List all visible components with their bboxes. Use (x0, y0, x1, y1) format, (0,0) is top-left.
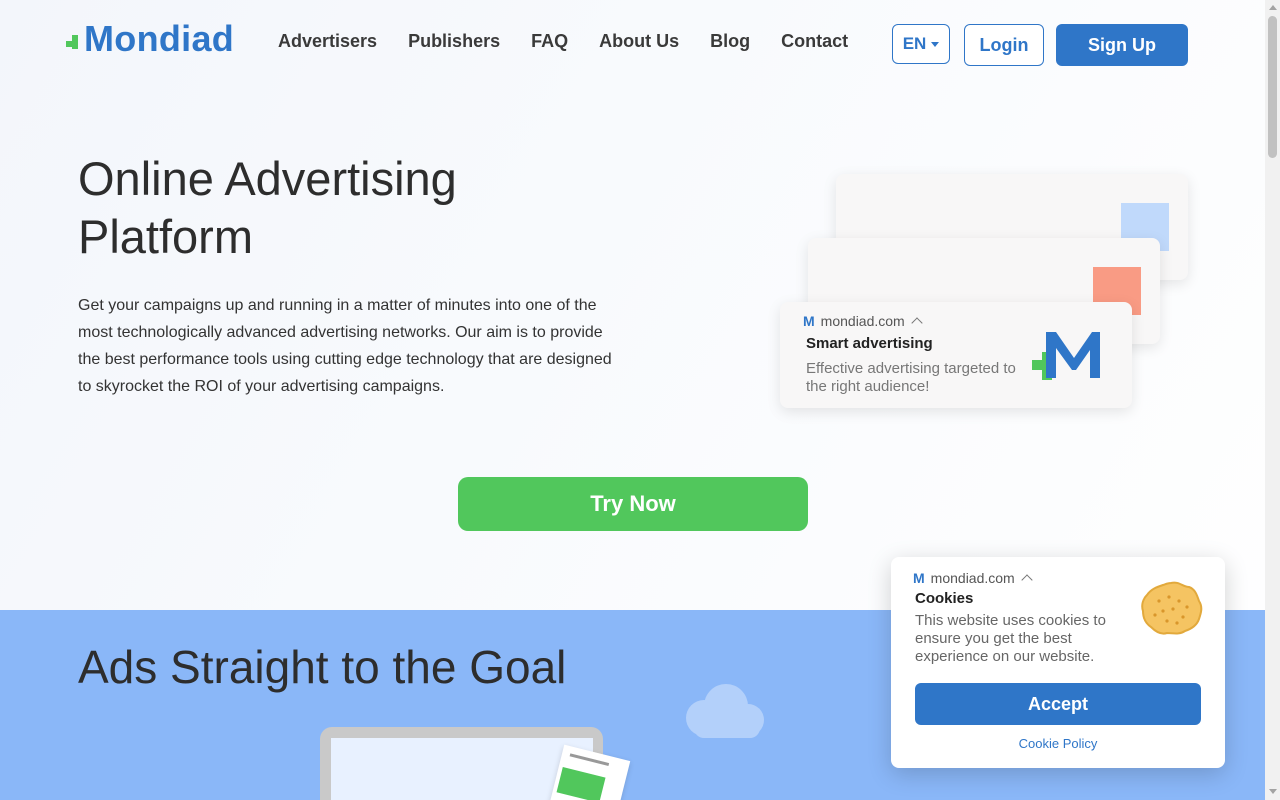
mini-card-line (569, 753, 610, 766)
main-nav: Advertisers Publishers FAQ About Us Blog… (278, 31, 879, 52)
cookie-domain-text: mondiad.com (930, 570, 1015, 586)
hero-description: Get your campaigns up and running in a m… (78, 297, 612, 395)
logo-mark-icon (66, 35, 78, 49)
scrollbar-thumb[interactable] (1268, 16, 1277, 158)
ad-domain-text: mondiad.com (820, 313, 905, 329)
cookie-policy-link[interactable]: Cookie Policy (891, 736, 1225, 751)
page: Mondiad Advertisers Publishers FAQ About… (0, 0, 1265, 800)
scroll-up-arrow-icon[interactable] (1269, 5, 1277, 10)
accept-cookies-button[interactable]: Accept (915, 683, 1201, 725)
cloud-icon (686, 684, 764, 738)
ad-description: Effective advertising targeted to the ri… (806, 360, 1016, 395)
logo-text: Mondiad (84, 18, 235, 59)
nav-faq[interactable]: FAQ (531, 31, 568, 52)
page-scrollbar[interactable] (1265, 0, 1280, 800)
signup-button[interactable]: Sign Up (1056, 24, 1188, 66)
mondiad-mini-icon: M (803, 313, 815, 329)
chevron-up-icon (911, 317, 923, 329)
ad-domain: M mondiad.com (803, 313, 923, 329)
nav-blog[interactable]: Blog (710, 31, 750, 52)
language-label: EN (902, 34, 927, 53)
language-select[interactable]: EN (892, 24, 950, 64)
logo[interactable]: Mondiad (66, 18, 234, 60)
hero-title: Online Advertising Platform (78, 152, 457, 263)
cookie-text: This website uses cookies to ensure you … (915, 612, 1106, 665)
section-title: Ads Straight to the Goal (78, 641, 567, 693)
ad-title: Smart advertising (806, 335, 933, 352)
mondiad-logo-icon (1032, 332, 1100, 380)
nav-about-us[interactable]: About Us (599, 31, 679, 52)
mondiad-mini-icon: M (913, 570, 925, 586)
nav-advertisers[interactable]: Advertisers (278, 31, 377, 52)
mini-card-image (556, 766, 606, 800)
nav-publishers[interactable]: Publishers (408, 31, 500, 52)
cookie-icon (1141, 581, 1203, 635)
login-button[interactable]: Login (964, 24, 1044, 66)
caret-down-icon (931, 41, 940, 47)
cookie-title: Cookies (915, 590, 974, 607)
cookie-domain: M mondiad.com (913, 570, 1033, 586)
chevron-up-icon (1021, 574, 1033, 586)
cookie-banner: M mondiad.com Cookies This website uses … (891, 557, 1225, 768)
scroll-down-arrow-icon[interactable] (1269, 789, 1277, 794)
try-now-button[interactable]: Try Now (458, 477, 808, 531)
nav-contact[interactable]: Contact (781, 31, 848, 52)
